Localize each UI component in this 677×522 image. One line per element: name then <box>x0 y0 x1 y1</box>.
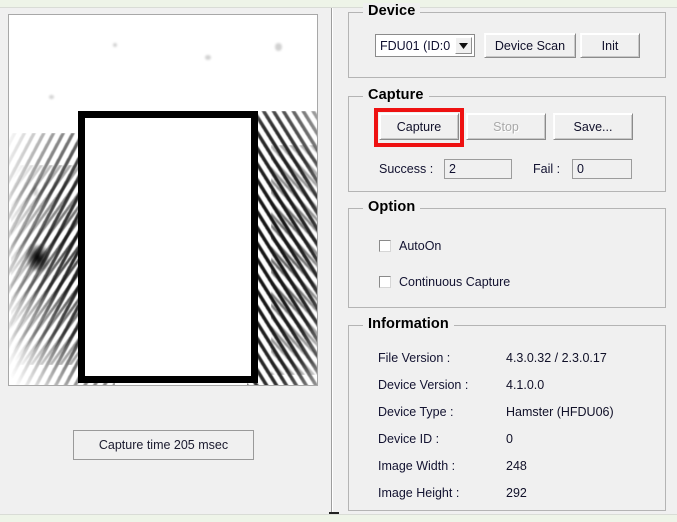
save-button[interactable]: Save... <box>553 113 633 140</box>
info-row: Image Height : 292 <box>378 486 653 511</box>
file-version-label: File Version : <box>378 351 451 365</box>
image-width-label: Image Width : <box>378 459 456 473</box>
device-scan-label: Device Scan <box>494 38 566 53</box>
init-button[interactable]: Init <box>580 33 640 58</box>
fail-label: Fail : <box>533 162 561 176</box>
file-version-value: 4.3.0.32 / 2.3.0.17 <box>506 351 607 365</box>
continuous-capture-label: Continuous Capture <box>399 275 511 289</box>
continuous-capture-checkbox[interactable] <box>379 276 391 288</box>
device-id-label: Device ID : <box>378 432 440 446</box>
device-scan-button[interactable]: Device Scan <box>484 33 576 58</box>
capture-group-title: Capture <box>363 87 429 103</box>
pane-divider <box>331 8 333 513</box>
option-group-title: Option <box>363 199 421 215</box>
info-row: Image Width : 248 <box>378 459 653 484</box>
capture-time-text: Capture time 205 msec <box>98 438 229 452</box>
device-version-value: 4.1.0.0 <box>506 378 545 392</box>
fingerprint-ridges-right-inner <box>271 145 317 375</box>
image-width-value: 248 <box>506 459 527 473</box>
fingerprint-preview-panel[interactable] <box>8 14 318 386</box>
fingerprint-image <box>9 15 317 385</box>
device-group-title: Device <box>363 3 421 19</box>
success-count-field[interactable]: 2 <box>444 159 512 179</box>
information-group-title: Information <box>363 316 454 332</box>
image-speck <box>49 95 54 99</box>
device-version-label: Device Version : <box>378 378 469 392</box>
success-label: Success : <box>379 162 434 176</box>
chevron-down-icon[interactable] <box>455 37 472 54</box>
option-group: Option <box>348 199 666 308</box>
stop-button[interactable]: Stop <box>466 113 546 140</box>
autoon-checkbox[interactable] <box>379 240 391 252</box>
autoon-label: AutoOn <box>399 239 442 253</box>
info-row: Device Version : 4.1.0.0 <box>378 378 653 403</box>
capture-region-overlay <box>78 111 258 383</box>
fail-count-value: 0 <box>577 162 584 176</box>
info-row: File Version : 4.3.0.32 / 2.3.0.17 <box>378 351 653 376</box>
window-top-edge <box>0 0 677 8</box>
success-count-value: 2 <box>449 162 456 176</box>
autoon-checkbox-row[interactable]: AutoOn <box>379 239 441 253</box>
device-type-value: Hamster (HFDU06) <box>506 405 614 419</box>
capture-time-display: Capture time 205 msec <box>73 430 254 460</box>
image-speck <box>113 43 117 47</box>
save-button-label: Save... <box>573 119 613 134</box>
init-label: Init <box>601 38 619 53</box>
image-height-label: Image Height : <box>378 486 460 500</box>
capture-button[interactable]: Capture <box>379 113 459 140</box>
fingerprint-smudge <box>27 245 49 271</box>
info-row: Device ID : 0 <box>378 432 653 457</box>
device-select-value: FDU01 (ID:0 <box>380 38 451 53</box>
image-speck <box>33 187 38 196</box>
fail-count-field[interactable]: 0 <box>572 159 632 179</box>
fingerprint-capture-window: Capture time 205 msec Device FDU01 (ID:0… <box>0 0 677 522</box>
device-type-label: Device Type : <box>378 405 454 419</box>
info-row: Device Type : Hamster (HFDU06) <box>378 405 653 430</box>
image-speck <box>205 55 211 60</box>
device-id-value: 0 <box>506 432 513 446</box>
capture-button-label: Capture <box>396 119 442 134</box>
image-speck <box>275 43 282 51</box>
stop-button-label: Stop <box>493 119 519 134</box>
device-select[interactable]: FDU01 (ID:0 <box>375 34 475 57</box>
image-height-value: 292 <box>506 486 527 500</box>
continuous-capture-checkbox-row[interactable]: Continuous Capture <box>379 275 510 289</box>
